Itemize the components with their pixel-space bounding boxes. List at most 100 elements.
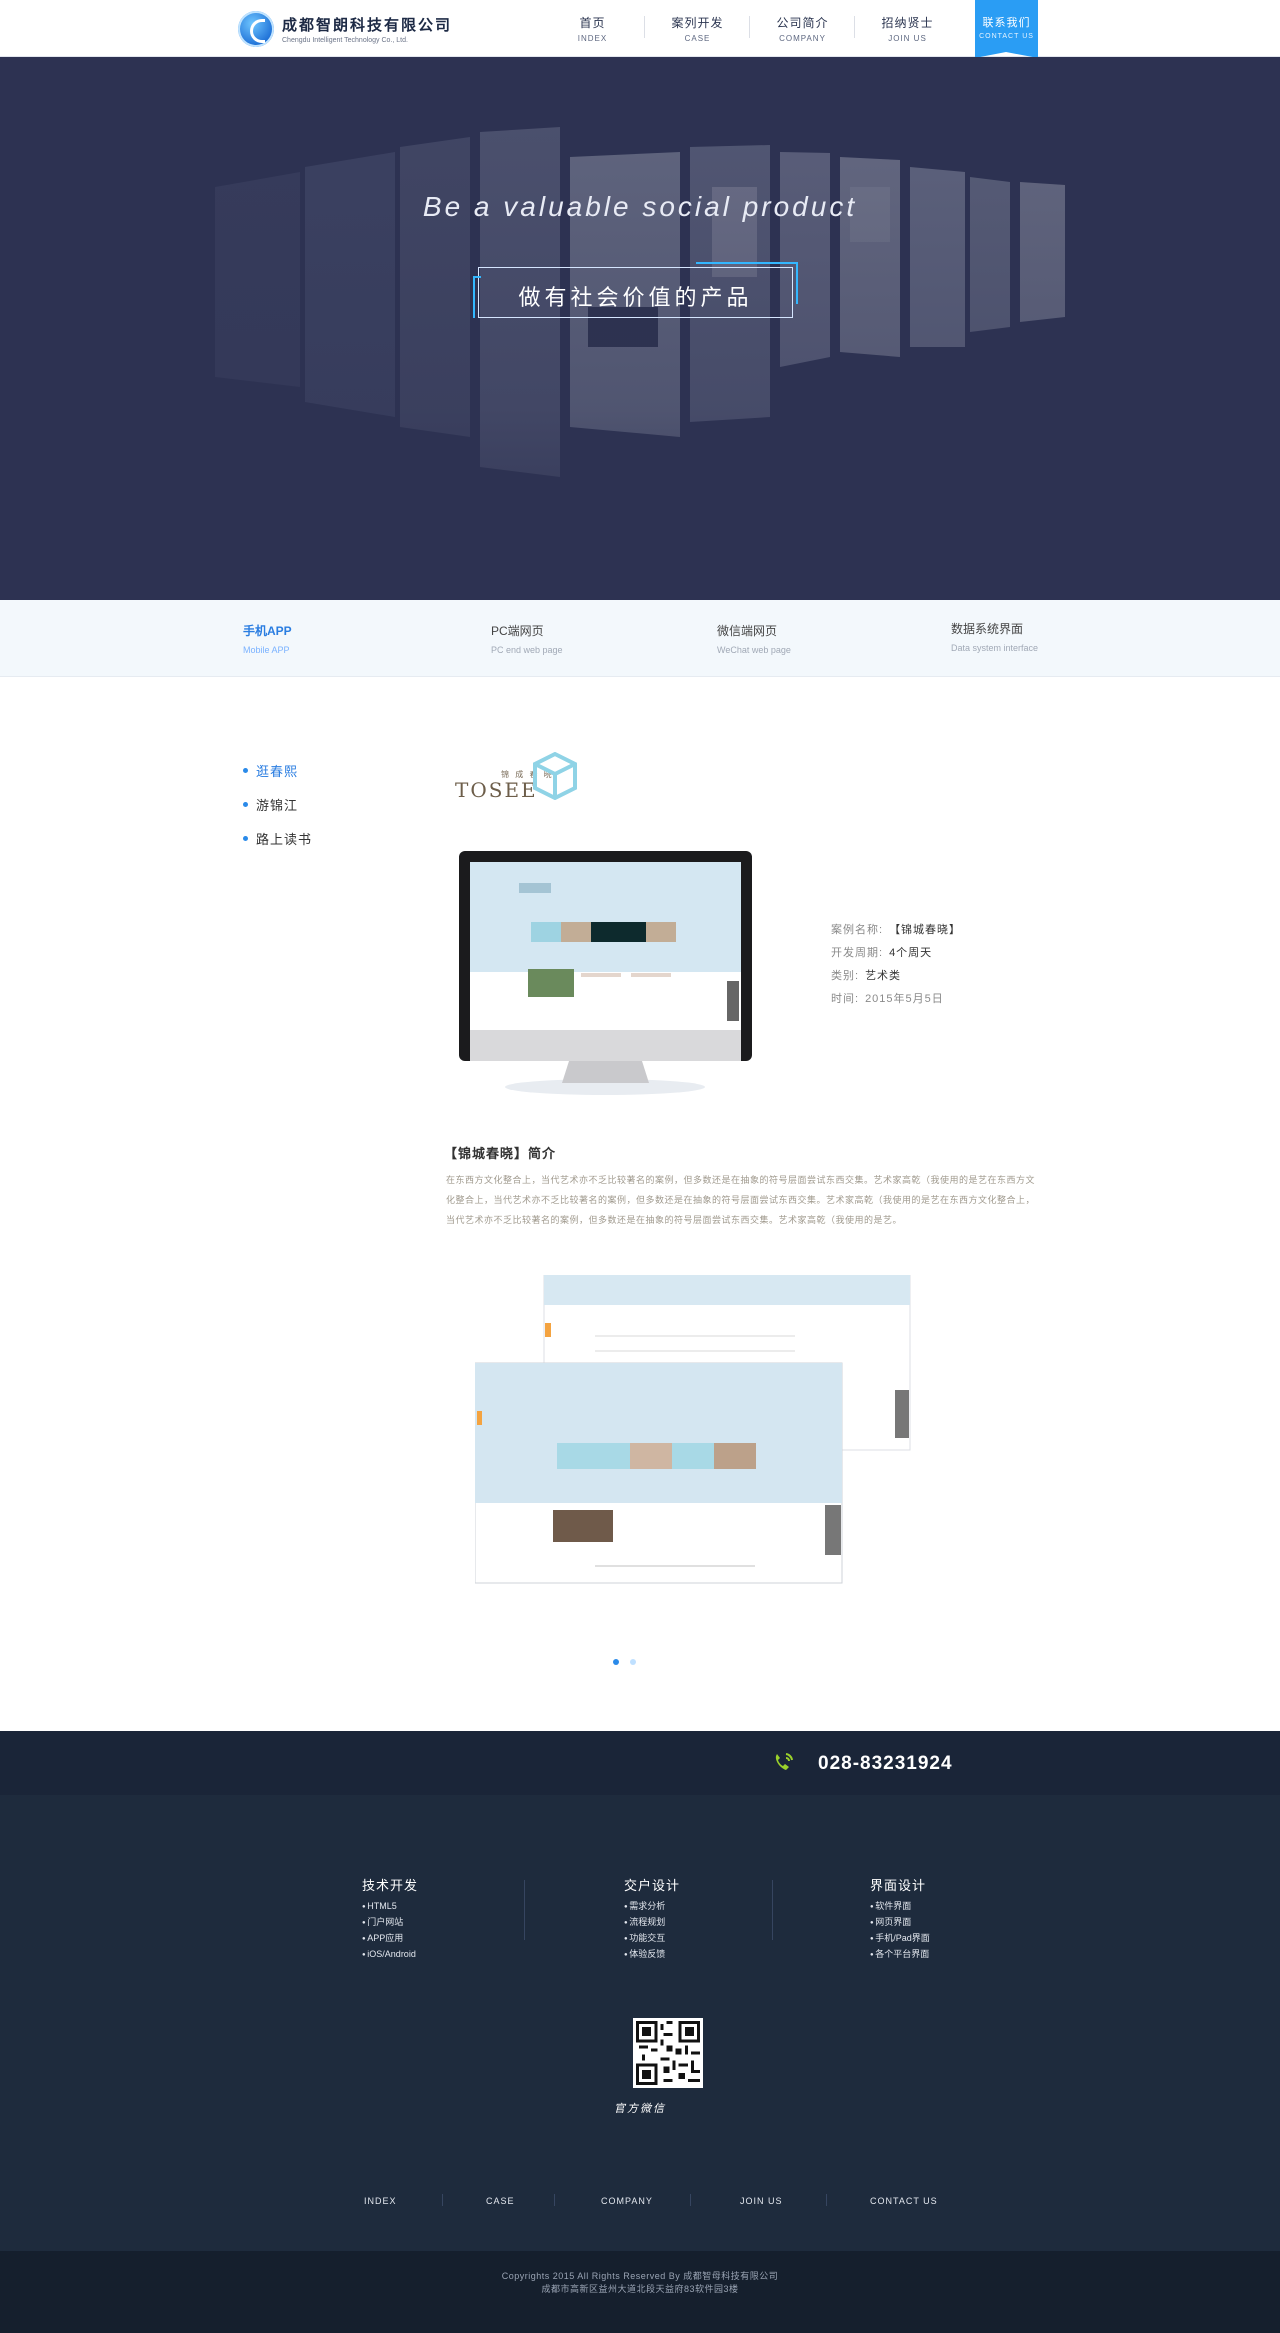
- footer-link[interactable]: 功能交互: [624, 1931, 680, 1947]
- cube-icon: [533, 752, 577, 800]
- info-category: 类别: 艺术类: [831, 965, 961, 988]
- footer-nav-divider: [554, 2194, 555, 2206]
- tab-sublabel: Mobile APP: [243, 645, 290, 655]
- logo-icon: [238, 11, 274, 47]
- nav-item-case[interactable]: 案列开发 CASE: [645, 0, 750, 57]
- footer-link[interactable]: 网页界面: [870, 1915, 930, 1931]
- site-header: 成都智朗科技有限公司 Chengdu Intelligent Technolog…: [0, 0, 1280, 58]
- footer-nav-index[interactable]: INDEX: [364, 2196, 397, 2206]
- nav-sublabel: INDEX: [577, 34, 608, 43]
- intro-heading: 【锦城春晓】简介: [444, 1146, 557, 1161]
- footer-link[interactable]: 体验反馈: [624, 1947, 680, 1963]
- footer-column-title: 技术开发: [362, 1878, 419, 1893]
- tab-wechat-web[interactable]: 微信端网页 WeChat web page: [717, 622, 791, 655]
- info-label: 案例名称:: [831, 924, 884, 936]
- carousel-pager: [613, 1659, 647, 1665]
- phone-bar: 028-83231924: [0, 1731, 1280, 1795]
- footer-nav-case[interactable]: CASE: [486, 2196, 515, 2206]
- sidebar-item-reading[interactable]: 路上读书: [243, 821, 312, 855]
- category-tabs: 手机APP Mobile APP PC端网页 PC end web page 微…: [0, 600, 1280, 677]
- sidebar-item-jinjiang[interactable]: 游锦江: [243, 787, 312, 821]
- case-sidebar: 逛春熙 游锦江 路上读书: [243, 753, 312, 855]
- site-footer: 技术开发 HTML5 门户网站 APP应用 iOS/Android 交户设计 需…: [0, 1795, 1280, 2251]
- hero-tagline-en: Be a valuable social product: [422, 191, 858, 222]
- footer-link[interactable]: 软件界面: [870, 1899, 930, 1915]
- footer-link[interactable]: 手机/Pad界面: [870, 1931, 930, 1947]
- phone-icon: [775, 1753, 793, 1770]
- tab-label: 数据系统界面: [951, 622, 1024, 636]
- intro-paragraph: 在东西方文化整合上，当代艺术亦不乏比较著名的案例，但多数还是在抽象的符号层面尝试…: [446, 1176, 1036, 1226]
- nav-sublabel: CONTACT US: [979, 33, 1034, 40]
- tab-label: 手机APP: [243, 624, 292, 638]
- hero-tagline-cn: 做有社会价值的产品: [518, 285, 753, 310]
- footer-column-interaction: 交户设计 需求分析 流程规划 功能交互 体验反馈: [624, 1875, 680, 1963]
- footer-divider: [772, 1880, 773, 1940]
- info-value: 【锦城春晓】: [889, 924, 962, 936]
- info-date: 时间: 2015年5月5日: [831, 988, 961, 1011]
- nav-label: 联系我们: [982, 17, 1031, 29]
- pager-dot[interactable]: [630, 1659, 636, 1665]
- hero-title-frame: 做有社会价值的产品: [473, 262, 798, 318]
- nav-sublabel: CASE: [684, 34, 711, 43]
- page: 成都智朗科技有限公司 Chengdu Intelligent Technolog…: [0, 0, 1280, 2333]
- footer-column-title: 界面设计: [870, 1878, 927, 1893]
- hero-screens-collage: [0, 57, 1280, 600]
- bullet-icon: [243, 767, 248, 773]
- footer-link[interactable]: 各个平台界面: [870, 1947, 930, 1963]
- copyright-text: Copyrights 2015 All Rights Reserved By 成…: [501, 2271, 779, 2281]
- tab-data-system[interactable]: 数据系统界面 Data system interface: [951, 620, 1038, 653]
- footer-nav-divider: [442, 2194, 443, 2206]
- case-info: 案例名称: 【锦城春晓】 开发周期: 4个周天 类别: 艺术类 时间: 2015年5月5…: [831, 919, 961, 1011]
- footer-link[interactable]: 流程规划: [624, 1915, 680, 1931]
- footer-link[interactable]: iOS/Android: [362, 1947, 418, 1963]
- company-logo[interactable]: 成都智朗科技有限公司 Chengdu Intelligent Technolog…: [238, 9, 452, 49]
- footer-link[interactable]: HTML5: [362, 1899, 418, 1915]
- nav-sublabel: COMPANY: [779, 34, 826, 43]
- footer-nav-join-us[interactable]: JOIN US: [740, 2196, 783, 2206]
- nav-item-index[interactable]: 首页 INDEX: [540, 0, 645, 57]
- footer-nav-company[interactable]: COMPANY: [601, 2196, 653, 2206]
- tab-pc-web[interactable]: PC端网页 PC end web page: [491, 622, 563, 655]
- tab-sublabel: Data system interface: [951, 643, 1039, 653]
- info-value: 4个周天: [889, 947, 933, 959]
- footer-column-ui: 界面设计 软件界面 网页界面 手机/Pad界面 各个平台界面: [870, 1875, 930, 1963]
- pager-dot-active[interactable]: [613, 1659, 619, 1665]
- footer-link[interactable]: APP应用: [362, 1931, 418, 1947]
- nav-label: 首页: [579, 16, 606, 30]
- nav-label: 案列开发: [671, 16, 724, 30]
- main-nav: 首页 INDEX 案列开发 CASE 公司简介 COMPANY 招纳贤士 JOI…: [540, 0, 960, 57]
- nav-label: 公司简介: [776, 16, 829, 30]
- footer-link[interactable]: 门户网站: [362, 1915, 418, 1931]
- info-label: 开发周期:: [831, 947, 884, 959]
- logo-name-en: Chengdu Intelligent Technology Co., Ltd.: [282, 37, 408, 44]
- tab-sublabel: PC end web page: [491, 645, 563, 655]
- imac-mockup-image: [459, 851, 752, 1095]
- footer-link[interactable]: 需求分析: [624, 1899, 680, 1915]
- nav-contact-us-button[interactable]: 联系我们 CONTACT US: [975, 0, 1038, 58]
- info-value: 艺术类: [865, 970, 902, 982]
- info-label: 类别:: [831, 970, 860, 982]
- phone-number[interactable]: 028-83231924: [818, 1753, 953, 1775]
- bullet-icon: [243, 835, 248, 841]
- sidebar-item-label: 游锦江: [256, 797, 299, 813]
- tab-mobile-app[interactable]: 手机APP Mobile APP: [243, 622, 292, 655]
- logo-name-cn: 成都智朗科技有限公司: [282, 16, 453, 34]
- case-brand-logo: 锦 成 春 晓 TOSEE: [455, 752, 605, 807]
- qr-caption: 官方微信: [614, 2102, 666, 2115]
- sidebar-item-label: 路上读书: [256, 831, 313, 847]
- footer-column-tech: 技术开发 HTML5 门户网站 APP应用 iOS/Android: [362, 1875, 418, 1963]
- info-value: 2015年5月5日: [865, 993, 944, 1005]
- nav-item-join-us[interactable]: 招纳贤士 JOIN US: [855, 0, 960, 57]
- footer-nav-divider: [826, 2194, 827, 2206]
- nav-item-company[interactable]: 公司简介 COMPANY: [750, 0, 855, 57]
- case-screenshots-image: [475, 1275, 911, 1584]
- info-dev-cycle: 开发周期: 4个周天: [831, 942, 961, 965]
- address-text: 成都市高新区益州大道北段天益府83软件园3楼: [541, 2284, 739, 2294]
- info-case-name: 案例名称: 【锦城春晓】: [831, 919, 961, 942]
- footer-nav-contact-us[interactable]: CONTACT US: [870, 2196, 938, 2206]
- tab-sublabel: WeChat web page: [717, 645, 791, 655]
- footer-divider: [524, 1880, 525, 1940]
- nav-label: 招纳贤士: [881, 16, 934, 30]
- nav-sublabel: JOIN US: [888, 34, 927, 43]
- sidebar-item-chunxi[interactable]: 逛春熙: [243, 753, 312, 787]
